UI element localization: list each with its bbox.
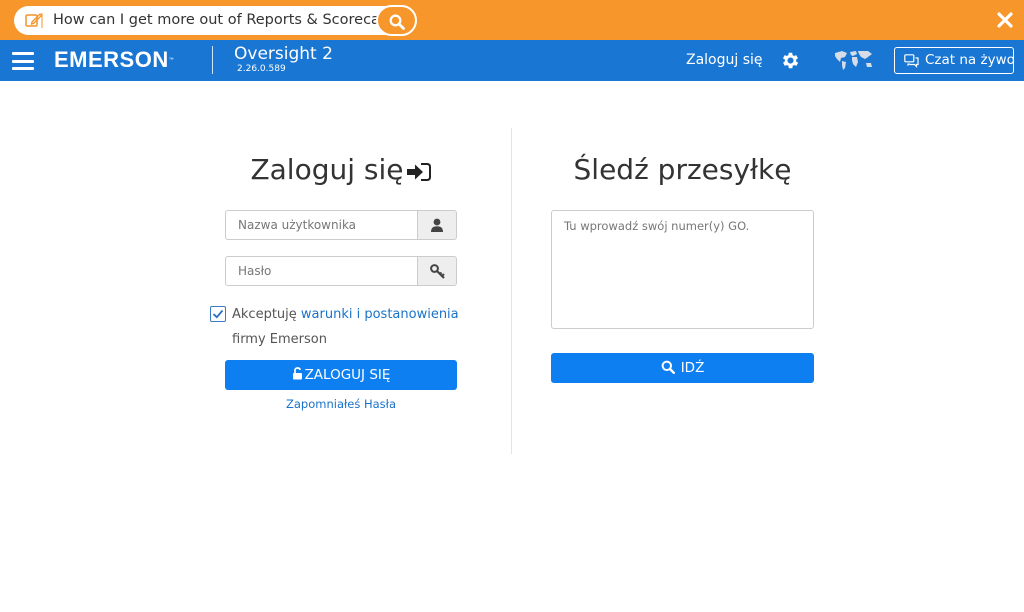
unlock-icon: [292, 367, 302, 380]
login-button[interactable]: ZALOGUJ SIĘ: [225, 360, 457, 390]
live-chat-label: Czat na żywo: [925, 52, 1015, 68]
chat-icon: [904, 54, 919, 68]
login-title: Zaloguj się: [225, 150, 457, 190]
world-map-icon[interactable]: [832, 48, 875, 72]
brand-divider: [212, 46, 213, 74]
terms-link[interactable]: warunki i postanowienia: [301, 307, 459, 322]
section-divider: [511, 128, 512, 454]
forgot-password-link[interactable]: Zapomniałeś Hasła: [225, 396, 457, 412]
login-button-label: ZALOGUJ SIĘ: [304, 367, 391, 383]
help-search-box[interactable]: How can I get more out of Reports & Scor…: [14, 5, 417, 36]
app-version: 2.26.0.589: [237, 64, 286, 74]
terms-checkbox[interactable]: [210, 306, 226, 322]
terms-suffix: firmy Emerson: [232, 332, 327, 347]
app-name: Oversight 2: [234, 44, 333, 64]
terms-text: Akceptuję warunki i postanowienia: [232, 306, 459, 323]
search-icon: [661, 360, 675, 375]
key-icon: [430, 264, 445, 279]
username-group: Nazwa użytkownika: [225, 210, 457, 240]
sign-in-icon: [406, 163, 431, 181]
terms-prefix: Akceptuję: [232, 307, 297, 322]
search-icon: [389, 14, 405, 30]
go-button-label: IDŹ: [680, 360, 705, 376]
menu-icon[interactable]: [12, 52, 34, 70]
close-icon[interactable]: [996, 11, 1014, 29]
help-search-banner: How can I get more out of Reports & Scor…: [0, 0, 1024, 40]
help-search-button[interactable]: [376, 5, 417, 36]
app-header: EMERSON™ Oversight 2 2.26.0.589 Zaloguj …: [0, 40, 1024, 81]
tracking-number-input[interactable]: Tu wprowadź swój numer(y) GO.: [551, 210, 814, 329]
help-search-text[interactable]: How can I get more out of Reports & Scor…: [53, 6, 410, 35]
go-button[interactable]: IDŹ: [551, 353, 814, 383]
password-input[interactable]: Hasło: [225, 256, 418, 286]
checkmark-icon: [212, 309, 224, 319]
password-addon: [417, 256, 457, 286]
gear-icon[interactable]: [780, 50, 801, 71]
login-title-text: Zaloguj się: [250, 153, 404, 186]
edit-icon: [25, 13, 43, 28]
username-input[interactable]: Nazwa użytkownika: [225, 210, 418, 240]
tracking-title: Śledź przesyłkę: [573, 153, 792, 186]
header-login-link[interactable]: Zaloguj się: [686, 40, 763, 81]
user-icon: [431, 218, 443, 232]
brand-logo[interactable]: EMERSON™: [54, 46, 174, 74]
username-addon: [417, 210, 457, 240]
password-group: Hasło: [225, 256, 457, 286]
live-chat-button[interactable]: Czat na żywo: [894, 47, 1015, 74]
